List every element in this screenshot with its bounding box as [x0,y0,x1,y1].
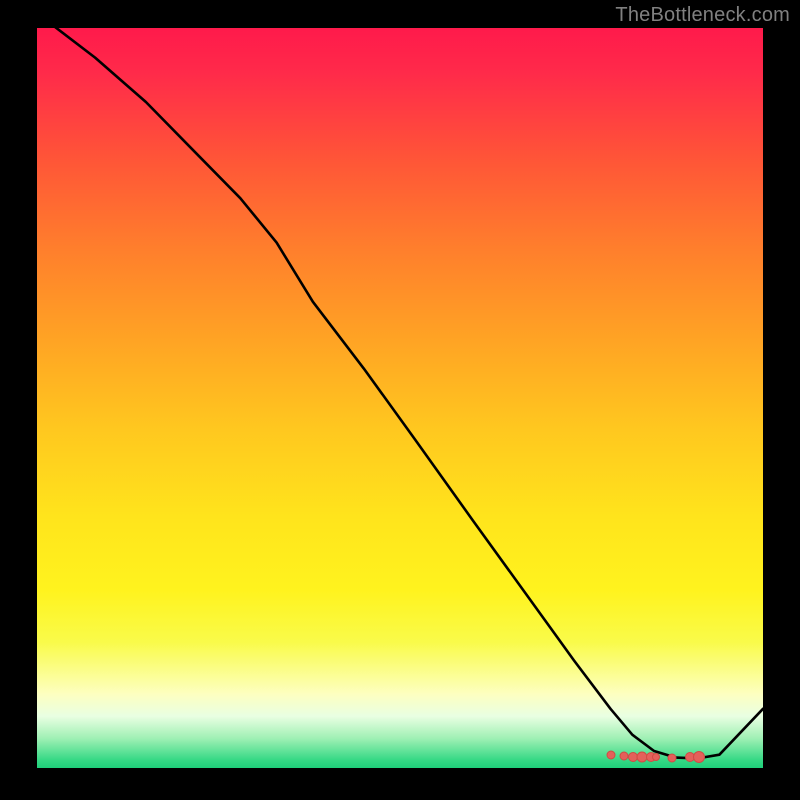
chart-root: TheBottleneck.com [0,0,800,800]
attribution-label: TheBottleneck.com [615,4,790,27]
curve-path [37,13,763,758]
line-series [37,28,763,768]
plot-area [37,28,763,768]
